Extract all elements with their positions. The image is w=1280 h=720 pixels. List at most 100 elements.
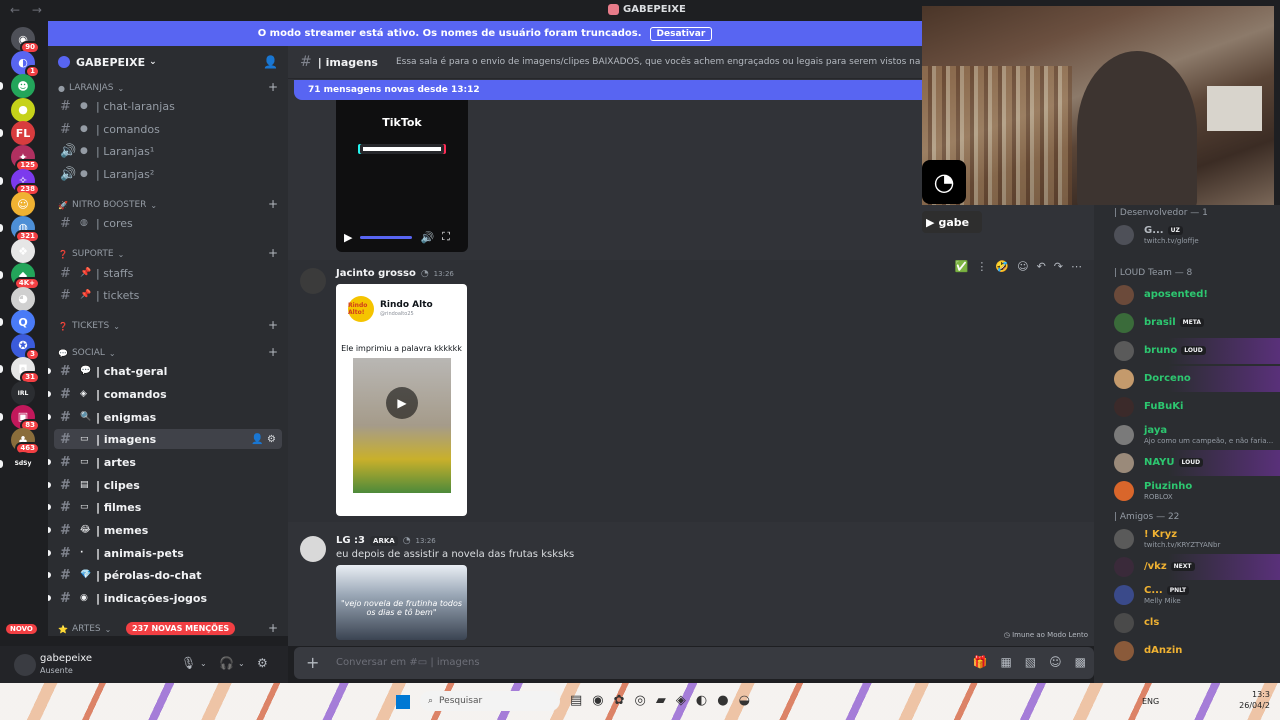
create-channel-icon[interactable]: +	[268, 621, 278, 635]
add-reaction-icon[interactable]: ☺	[1017, 260, 1028, 273]
more-icon[interactable]: ⋯	[1071, 260, 1082, 273]
taskbar-app-icon[interactable]: ◉	[592, 693, 603, 708]
sidebar-channel[interactable]: # 📌 | staffs	[54, 263, 282, 283]
channel-category[interactable]: ❓ SUPORTE ⌄ +	[58, 246, 280, 260]
sidebar-channel[interactable]: # ● | comandos	[54, 119, 282, 139]
create-channel-icon[interactable]: +	[268, 80, 278, 94]
emoji-icon[interactable]: ☺	[1049, 655, 1062, 669]
member-server-tag[interactable]: META	[1179, 318, 1204, 327]
history-nav-buttons[interactable]: ← →	[10, 3, 46, 17]
sidebar-channel[interactable]: # ◉ | indicações-jogos	[48, 588, 282, 608]
system-clock[interactable]: 13:3 26/04/2	[1239, 689, 1270, 711]
member-item[interactable]: G... UZ twitch.tv/gloffje	[1094, 222, 1280, 248]
sidebar-channel[interactable]: # ▭ | filmes	[48, 497, 282, 517]
channel-category[interactable]: ❓ TICKETS ⌄ +	[58, 318, 280, 332]
volume-icon[interactable]: 🔊	[420, 231, 434, 244]
server-icon[interactable]: ✧ 238	[11, 168, 40, 196]
member-item[interactable]: FuBuKi	[1094, 394, 1280, 420]
server-icon[interactable]: ◍ 321	[11, 215, 40, 243]
taskbar-app-icon[interactable]: ✿	[614, 693, 625, 708]
member-server-tag[interactable]: UZ	[1167, 226, 1183, 235]
server-icon[interactable]: ✪ 3	[11, 333, 40, 361]
server-icon[interactable]: ☻	[11, 74, 35, 99]
member-item[interactable]: aposented!	[1094, 282, 1280, 308]
sidebar-channel[interactable]: # 💬 | chat-geral	[48, 361, 282, 381]
guild-header[interactable]: GABEPEIXE ⌄ 👤	[48, 46, 288, 78]
taskbar-app-icon[interactable]: ▤	[570, 693, 582, 708]
sidebar-channel[interactable]: # · | animais-pets	[48, 543, 282, 563]
server-icon[interactable]: FL	[11, 121, 35, 146]
member-item[interactable]: dAnzin	[1094, 638, 1280, 664]
create-channel-icon[interactable]: +	[268, 318, 278, 332]
sidebar-channel[interactable]: # 🔍 | enigmas	[48, 407, 282, 427]
headphones-icon[interactable]: 🎧	[219, 656, 234, 670]
taskbar-app-icon[interactable]: ◒	[739, 693, 750, 708]
message-input[interactable]: Conversar em #▭ | imagens	[336, 657, 480, 668]
member-item[interactable]: /vkz NEXT	[1094, 554, 1280, 580]
disable-streamer-mode-button[interactable]: Desativar	[649, 26, 713, 41]
member-item[interactable]: C... PNLT Melly Mike	[1094, 582, 1280, 608]
sidebar-channel[interactable]: # 😂 | memes	[48, 520, 282, 540]
avatar[interactable]	[14, 654, 36, 676]
member-server-tag[interactable]: LOUD	[1181, 346, 1206, 355]
new-server-pill[interactable]: NOVO	[6, 624, 37, 634]
channel-category[interactable]: 🚀 NITRO BOOSTER ⌄ +	[58, 197, 280, 211]
channel-category[interactable]: 💬 SOCIAL ⌄ +	[58, 345, 280, 359]
sidebar-channel[interactable]: # ◈ | comandos	[48, 384, 282, 404]
gift-icon[interactable]: 🎁	[973, 655, 988, 669]
new-mentions-pill[interactable]: 237 NOVAS MENÇÕES	[126, 622, 236, 635]
folder-icon[interactable]: ▰	[656, 693, 666, 708]
channel-settings-icon[interactable]: 👤 ⚙	[251, 434, 276, 445]
member-server-tag[interactable]: PNLT	[1166, 586, 1190, 595]
server-icon[interactable]: ◐ 1	[11, 50, 40, 78]
message-author[interactable]: LG :3	[336, 535, 365, 546]
sidebar-channel[interactable]: 🔊 ● | Laranjas¹	[54, 141, 282, 161]
server-icon[interactable]: ♣ 463	[11, 428, 40, 456]
invite-user-icon[interactable]: 👤	[263, 55, 278, 69]
channel-category[interactable]: ● LARANJAS ⌄ +	[58, 80, 280, 94]
taskbar-app-icon[interactable]: ◈	[676, 693, 686, 708]
message-author[interactable]: Jacinto grosso	[336, 268, 416, 279]
tiktok-video-embed[interactable]: TikTok ▶ 🔊 ⛶	[336, 100, 468, 252]
server-icon[interactable]: ☺	[11, 192, 35, 217]
taskbar-app-icon[interactable]: ◎	[635, 693, 646, 708]
reply-icon[interactable]: ↶	[1037, 260, 1046, 273]
add-attachment-icon[interactable]: +	[306, 653, 319, 672]
new-messages-bar[interactable]: 71 mensagens novas desde 13:12	[294, 80, 934, 100]
discord-icon[interactable]: ◐	[696, 693, 707, 708]
sidebar-channel[interactable]: # 💎 | pérolas-do-chat	[48, 565, 282, 585]
microphone-icon[interactable]: 🎙	[181, 656, 196, 670]
sidebar-channel[interactable]: # ▤ | clipes	[48, 475, 282, 495]
server-icon[interactable]: ◕	[11, 286, 35, 311]
member-item[interactable]: brasil META	[1094, 310, 1280, 336]
sticker-icon[interactable]: ▧	[1025, 655, 1036, 669]
avatar[interactable]	[300, 536, 326, 562]
play-icon[interactable]: ▶	[386, 387, 418, 419]
sidebar-channel[interactable]: # 📌 | tickets	[54, 285, 282, 305]
gif-icon[interactable]: ▦	[1000, 655, 1011, 669]
sidebar-channel[interactable]: # ◍ | cores	[54, 213, 282, 233]
taskbar-search[interactable]: ⌕ Pesquisar	[420, 691, 560, 711]
volume-slider[interactable]	[360, 235, 413, 239]
media-embed[interactable]: Rindo Alto! Rindo Alto @rindoalto25 Ele …	[336, 284, 467, 516]
sidebar-channel[interactable]: # ▭ | artes	[48, 452, 282, 472]
spotify-icon[interactable]: ●	[717, 693, 728, 708]
server-icon[interactable]: ❖	[11, 239, 35, 264]
sidebar-channel[interactable]: # ● | chat-laranjas	[54, 96, 282, 116]
member-item[interactable]: Piuzinho ROBLOX	[1094, 478, 1280, 504]
username[interactable]: gabepeixe	[40, 653, 92, 664]
member-item[interactable]: jaya Ajo como um campeão, e não faria...	[1094, 422, 1280, 448]
server-icon[interactable]: ◆ 4K+	[11, 263, 40, 290]
chevron-down-icon[interactable]: ⌄	[238, 659, 245, 668]
laugh-reaction-icon[interactable]: 🤣	[995, 260, 1009, 273]
language-indicator[interactable]: ENG	[1142, 697, 1159, 706]
server-icon[interactable]: ●	[11, 97, 35, 122]
server-icon[interactable]: Q	[11, 310, 35, 335]
server-icon[interactable]: ◘ 31	[11, 357, 40, 385]
member-item[interactable]: bruno LOUD	[1094, 338, 1280, 364]
avatar[interactable]	[300, 268, 326, 294]
video-embed[interactable]: "vejo novela de frutinha todos os dias e…	[336, 565, 467, 640]
member-server-tag[interactable]: LOUD	[1178, 458, 1204, 467]
server-icon[interactable]: ▣ 83	[11, 404, 40, 432]
create-channel-icon[interactable]: +	[268, 345, 278, 359]
